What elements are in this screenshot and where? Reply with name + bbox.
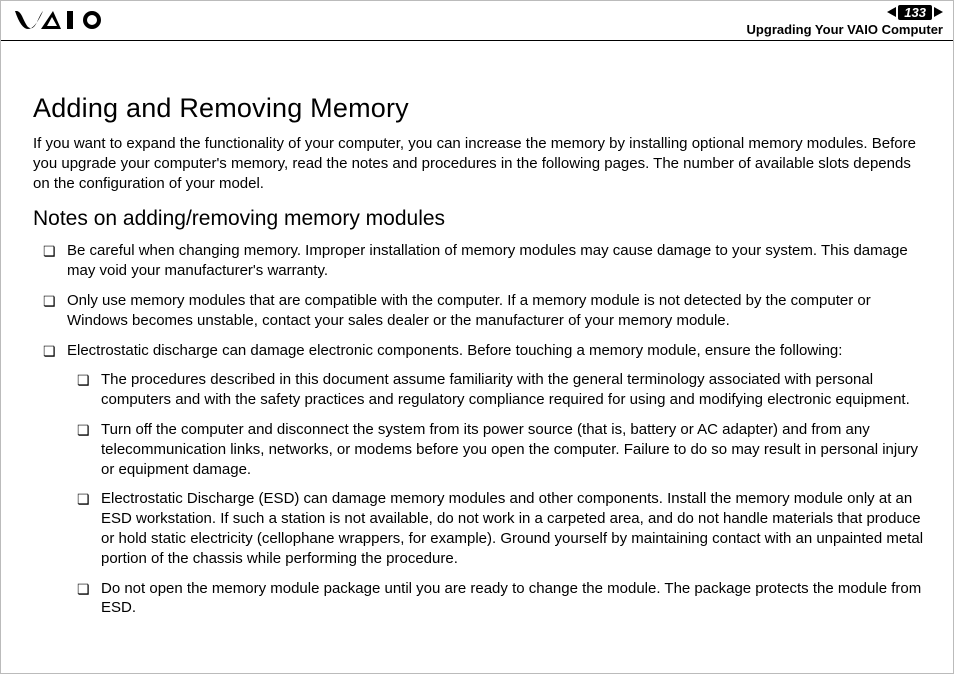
list-item: The procedures described in this documen… [67, 370, 929, 410]
document-page: 133 Upgrading Your VAIO Computer Adding … [0, 0, 954, 674]
list-item: Do not open the memory module package un… [67, 579, 929, 619]
list-item: Turn off the computer and disconnect the… [67, 420, 929, 479]
next-page-arrow-icon[interactable] [934, 7, 943, 17]
section-breadcrumb: Upgrading Your VAIO Computer [747, 23, 943, 36]
list-item: Electrostatic Discharge (ESD) can damage… [67, 489, 929, 568]
prev-page-arrow-icon[interactable] [887, 7, 896, 17]
list-item: Electrostatic discharge can damage elect… [33, 341, 929, 619]
list-item: Only use memory modules that are compati… [33, 291, 929, 331]
page-title: Adding and Removing Memory [33, 93, 929, 124]
page-content: Adding and Removing Memory If you want t… [1, 41, 953, 638]
page-number-nav: 133 [887, 5, 943, 20]
list-item: Be careful when changing memory. Imprope… [33, 241, 929, 281]
page-header: 133 Upgrading Your VAIO Computer [1, 1, 953, 41]
section-heading: Notes on adding/removing memory modules [33, 207, 929, 231]
page-number: 133 [898, 5, 932, 20]
sub-notes-list: The procedures described in this documen… [67, 370, 929, 618]
list-item-text: Electrostatic discharge can damage elect… [67, 342, 842, 359]
intro-paragraph: If you want to expand the functionality … [33, 134, 929, 193]
notes-list: Be careful when changing memory. Imprope… [33, 241, 929, 618]
vaio-logo [15, 11, 111, 31]
header-right: 133 Upgrading Your VAIO Computer [747, 5, 943, 37]
